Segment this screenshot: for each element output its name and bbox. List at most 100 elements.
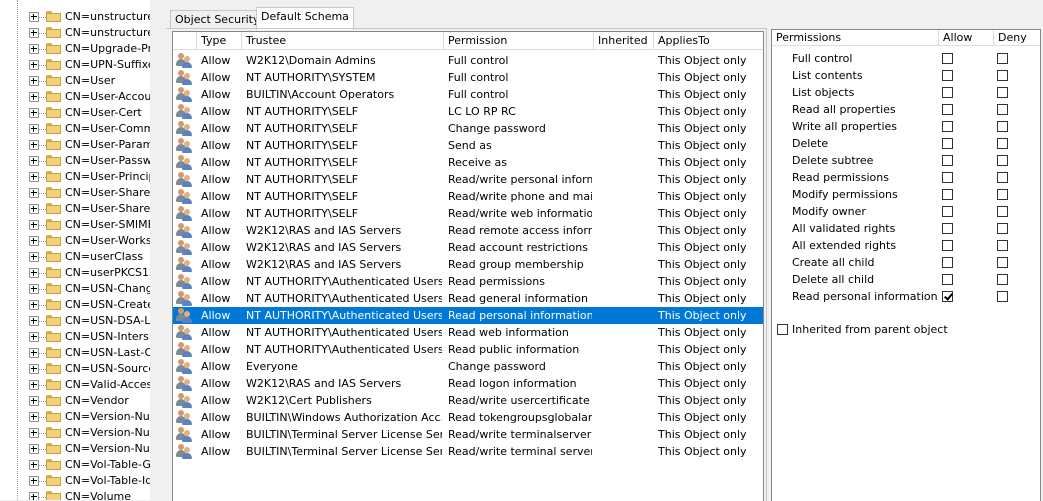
expand-icon[interactable] — [29, 300, 39, 310]
expand-icon[interactable] — [29, 188, 39, 198]
expand-icon[interactable] — [29, 492, 39, 500]
permissions-header[interactable]: Permissions — [772, 30, 939, 46]
deny-checkbox[interactable] — [997, 138, 1008, 149]
allow-checkbox[interactable] — [942, 240, 953, 251]
tree-item[interactable]: CN=User-Parame — [0, 137, 150, 153]
acl-list[interactable]: Type Trustee Permission Inherited Applie… — [172, 31, 764, 501]
tree-item[interactable]: CN=Vendor — [0, 393, 150, 409]
column-header-type[interactable]: Type — [197, 32, 242, 50]
expand-icon[interactable] — [29, 332, 39, 342]
allow-checkbox[interactable] — [942, 87, 953, 98]
allow-checkbox[interactable] — [942, 53, 953, 64]
allow-checkbox[interactable] — [942, 155, 953, 166]
deny-checkbox[interactable] — [997, 53, 1008, 64]
expand-icon[interactable] — [29, 428, 39, 438]
acl-entry-row[interactable]: Allow NT AUTHORITY\Authenticated Users Rea… — [173, 307, 763, 324]
tree-item[interactable]: CN=UPN-Suffixes — [0, 57, 150, 73]
deny-checkbox[interactable] — [997, 240, 1008, 251]
deny-checkbox[interactable] — [997, 291, 1008, 302]
allow-checkbox[interactable] — [942, 206, 953, 217]
tree-item[interactable]: CN=User-SMIME — [0, 217, 150, 233]
acl-entry-row[interactable]: Allow W2K12\RAS and IAS Servers Read accou… — [173, 239, 763, 256]
tree-item[interactable]: CN=User-Comme — [0, 121, 150, 137]
tree-item[interactable]: CN=User-Workst — [0, 233, 150, 249]
expand-icon[interactable] — [29, 156, 39, 166]
expand-icon[interactable] — [29, 108, 39, 118]
expand-icon[interactable] — [29, 236, 39, 246]
tree-item[interactable]: CN=Valid-Access — [0, 377, 150, 393]
acl-entry-row[interactable]: Allow W2K12\Cert Publishers Read/write use… — [173, 392, 763, 409]
deny-checkbox[interactable] — [997, 189, 1008, 200]
tab-object-security[interactable]: Object Security — [170, 10, 265, 29]
expand-icon[interactable] — [29, 268, 39, 278]
expand-icon[interactable] — [29, 316, 39, 326]
deny-checkbox[interactable] — [997, 223, 1008, 234]
tab-default-schema[interactable]: Default Schema — [256, 7, 354, 30]
tree-item[interactable]: CN=Version-Num — [0, 441, 150, 457]
expand-icon[interactable] — [29, 284, 39, 294]
deny-header[interactable]: Deny — [994, 30, 1040, 46]
expand-icon[interactable] — [29, 444, 39, 454]
deny-checkbox[interactable] — [997, 121, 1008, 132]
deny-checkbox[interactable] — [997, 70, 1008, 81]
acl-entry-row[interactable]: Allow BUILTIN\Account Operators Full contr… — [173, 86, 763, 103]
tree-item[interactable]: CN=Version-Num — [0, 409, 150, 425]
expand-icon[interactable] — [29, 412, 39, 422]
acl-entry-row[interactable]: Allow W2K12\Domain Admins Full control This… — [173, 52, 763, 69]
column-header-applies-to[interactable]: AppliesTo — [654, 32, 763, 50]
expand-icon[interactable] — [29, 380, 39, 390]
acl-entry-row[interactable]: Allow BUILTIN\Terminal Server License Ser… — [173, 443, 763, 460]
acl-entry-row[interactable]: Allow W2K12\RAS and IAS Servers Read logon… — [173, 375, 763, 392]
expand-icon[interactable] — [29, 60, 39, 70]
deny-checkbox[interactable] — [997, 104, 1008, 115]
acl-entry-row[interactable]: Allow Everyone Change password This Object … — [173, 358, 763, 375]
tree-item[interactable]: CN=userClass — [0, 249, 150, 265]
tree-item[interactable]: CN=USN-Last-Ob — [0, 345, 150, 361]
acl-entry-row[interactable]: Allow NT AUTHORITY\SELF Read/write web inf… — [173, 205, 763, 222]
tree-item[interactable]: CN=Upgrade-Pro — [0, 41, 150, 57]
expand-icon[interactable] — [29, 220, 39, 230]
tree-item[interactable]: CN=unstructured — [0, 9, 150, 25]
acl-entry-row[interactable]: Allow W2K12\RAS and IAS Servers Read remot… — [173, 222, 763, 239]
expand-icon[interactable] — [29, 76, 39, 86]
tree-item[interactable]: CN=User-Shared — [0, 201, 150, 217]
allow-checkbox[interactable] — [942, 257, 953, 268]
expand-icon[interactable] — [29, 124, 39, 134]
column-header-permission[interactable]: Permission — [444, 32, 594, 50]
tree-item[interactable]: CN=USN-Source — [0, 361, 150, 377]
tree-item[interactable]: CN=USN-Change — [0, 281, 150, 297]
expand-icon[interactable] — [29, 92, 39, 102]
tree-item[interactable]: CN=Vol-Table-Idx — [0, 473, 150, 489]
tree-item[interactable]: CN=User-Principa — [0, 169, 150, 185]
acl-entry-row[interactable]: Allow NT AUTHORITY\SELF LC LO RP RC This Ob… — [173, 103, 763, 120]
allow-checkbox[interactable] — [942, 291, 953, 302]
allow-checkbox[interactable] — [942, 172, 953, 183]
acl-entry-row[interactable]: Allow NT AUTHORITY\SELF Send as This Object… — [173, 137, 763, 154]
acl-entry-row[interactable]: Allow BUILTIN\Terminal Server License Ser… — [173, 426, 763, 443]
expand-icon[interactable] — [29, 172, 39, 182]
allow-checkbox[interactable] — [942, 121, 953, 132]
tree-item[interactable]: CN=Version-Num — [0, 425, 150, 441]
deny-checkbox[interactable] — [997, 87, 1008, 98]
acl-entry-row[interactable]: Allow W2K12\RAS and IAS Servers Read group… — [173, 256, 763, 273]
expand-icon[interactable] — [29, 252, 39, 262]
allow-checkbox[interactable] — [942, 104, 953, 115]
tree-item[interactable]: CN=User-Passwo — [0, 153, 150, 169]
allow-checkbox[interactable] — [942, 138, 953, 149]
tree-item[interactable]: CN=Volume — [0, 489, 150, 500]
tree-item[interactable]: CN=Vol-Table-GU — [0, 457, 150, 473]
tree-item[interactable]: CN=User-Shared — [0, 185, 150, 201]
tree-item[interactable]: CN=USN-DSA-La — [0, 313, 150, 329]
expand-icon[interactable] — [29, 204, 39, 214]
tree-item[interactable]: CN=userPKCS12 — [0, 265, 150, 281]
tree-item[interactable]: CN=User — [0, 73, 150, 89]
allow-checkbox[interactable] — [942, 189, 953, 200]
expand-icon[interactable] — [29, 396, 39, 406]
expand-icon[interactable] — [29, 460, 39, 470]
column-header-trustee[interactable]: Trustee — [242, 32, 444, 50]
deny-checkbox[interactable] — [997, 155, 1008, 166]
allow-checkbox[interactable] — [942, 274, 953, 285]
column-header-icon[interactable] — [173, 32, 197, 50]
acl-entry-row[interactable]: Allow NT AUTHORITY\SELF Receive as This Obj… — [173, 154, 763, 171]
inherited-checkbox[interactable] — [777, 324, 788, 335]
